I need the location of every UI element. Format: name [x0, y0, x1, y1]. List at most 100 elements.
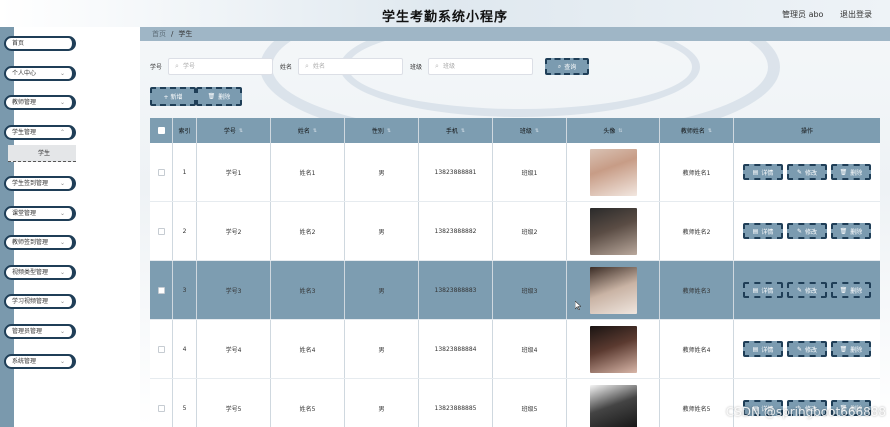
- sidebar-item-student-signin[interactable]: 学生签到管理 ⌄: [4, 176, 76, 191]
- cell-teacher: 教师姓名5: [660, 379, 734, 427]
- add-button[interactable]: + 新增: [150, 87, 196, 106]
- cell-phone: 13823888881: [419, 143, 493, 201]
- avatar-image[interactable]: [589, 325, 637, 373]
- cell-index: 1: [173, 143, 197, 201]
- user-label: 管理员 abo: [782, 10, 824, 19]
- avatar-image[interactable]: [589, 266, 637, 314]
- sidebar-item-teacher-signin[interactable]: 教师签到管理 ⌄: [4, 235, 76, 250]
- avatar-image[interactable]: [589, 207, 637, 255]
- cell-gender: 男: [345, 320, 419, 378]
- top-bar: 学生考勤系统小程序 管理员 abo 退出登录: [0, 0, 890, 27]
- delete-button[interactable]: 🗑 删除: [831, 223, 871, 239]
- column-header-student-no[interactable]: 学号 ⇅: [197, 118, 271, 143]
- column-header-actions: 操作: [734, 118, 880, 143]
- sidebar-subitem-student[interactable]: 学生: [8, 145, 76, 162]
- sidebar-item-home[interactable]: 首页: [4, 36, 76, 51]
- logout-link[interactable]: 退出登录: [840, 10, 872, 19]
- class-placeholder: 班级: [442, 63, 455, 70]
- row-checkbox[interactable]: [157, 345, 165, 353]
- sort-icon: ⇅: [618, 127, 623, 134]
- column-header-gender[interactable]: 性别 ⇅: [345, 118, 419, 143]
- column-header-name[interactable]: 姓名 ⇅: [271, 118, 345, 143]
- cell-student-no: 学号4: [197, 320, 271, 378]
- delete-button[interactable]: 🗑 删除: [831, 282, 871, 298]
- table-row[interactable]: 1 学号1 姓名1 男 13823888881 班级1 教师姓名1 ▤ 详情 ✎ 修…: [150, 143, 880, 202]
- detail-button[interactable]: ▤ 详情: [743, 223, 783, 239]
- cell-name: 姓名3: [271, 261, 345, 319]
- sidebar-item-video-types[interactable]: 视频类型管理 ⌄: [4, 265, 76, 280]
- sort-icon: ⇅: [312, 127, 318, 134]
- cell-teacher: 教师姓名4: [660, 320, 734, 378]
- row-select-cell: [150, 379, 173, 427]
- cell-index: 2: [173, 202, 197, 260]
- table-row[interactable]: 2 学号2 姓名2 男 13823888882 班级2 教师姓名2 ▤ 详情 ✎ 修…: [150, 202, 880, 261]
- avatar-image[interactable]: [589, 148, 637, 196]
- cell-name: 姓名2: [271, 202, 345, 260]
- row-checkbox[interactable]: [157, 227, 165, 235]
- cell-teacher: 教师姓名3: [660, 261, 734, 319]
- sidebar-item-label: 管理员管理: [12, 328, 43, 335]
- cell-teacher: 教师姓名1: [660, 143, 734, 201]
- cell-name: 姓名4: [271, 320, 345, 378]
- sidebar-item-admins[interactable]: 管理员管理 ⌄: [4, 324, 76, 339]
- row-checkbox[interactable]: [157, 404, 165, 412]
- search-button[interactable]: ⌕ 查询: [545, 58, 590, 75]
- detail-button-label: 详情: [761, 346, 774, 354]
- sort-icon: ⇅: [386, 127, 392, 134]
- avatar-image[interactable]: [589, 384, 637, 427]
- batch-delete-button[interactable]: 🗑 删除: [196, 87, 242, 106]
- column-header-label: 操作: [800, 128, 813, 135]
- column-header-phone[interactable]: 手机 ⇅: [419, 118, 493, 143]
- sort-icon: ⇅: [707, 127, 713, 134]
- breadcrumb-separator: /: [171, 30, 174, 38]
- sidebar-item-system[interactable]: 系统管理 ⌄: [4, 354, 76, 369]
- edit-button[interactable]: ✎ 修改: [787, 223, 827, 239]
- table-row[interactable]: 5 学号5 姓名5 男 13823888885 班级5 教师姓名5 ▤ 详情 ✎ 修…: [150, 379, 880, 427]
- trash-icon: 🗑: [839, 345, 848, 353]
- edit-button[interactable]: ✎ 修改: [787, 164, 827, 180]
- chevron-down-icon: ⌄: [59, 328, 65, 335]
- detail-button[interactable]: ▤ 详情: [743, 282, 783, 298]
- edit-button-label: 修改: [805, 169, 818, 177]
- column-header-label: 教师姓名: [680, 128, 705, 135]
- sidebar-item-label: 首页: [12, 40, 25, 47]
- table-row[interactable]: 4 学号4 姓名4 男 13823888884 班级4 教师姓名4 ▤ 详情 ✎ 修…: [150, 320, 880, 379]
- filter-bar: 学号 ⌕ 学号 姓名 ⌕ 姓名 班级 ⌕ 班级 ⌕ 查询: [150, 58, 590, 75]
- sidebar-item-profile[interactable]: 个人中心 ⌄: [4, 66, 76, 81]
- breadcrumb-home[interactable]: 首页: [152, 30, 166, 38]
- sidebar-item-study-videos[interactable]: 学习视频管理 ⌄: [4, 294, 76, 309]
- cell-gender: 男: [345, 202, 419, 260]
- cell-actions: ▤ 详情 ✎ 修改 🗑 删除: [734, 202, 880, 260]
- row-select-cell: [150, 202, 173, 260]
- column-header-avatar[interactable]: 头像 ⇅: [567, 118, 660, 143]
- detail-icon: ▤: [752, 345, 759, 353]
- edit-button[interactable]: ✎ 修改: [787, 341, 827, 357]
- row-checkbox[interactable]: [157, 168, 165, 176]
- sidebar-item-classroom[interactable]: 课堂管理 ⌄: [4, 206, 76, 221]
- sidebar-item-teachers[interactable]: 教师管理 ⌄: [4, 95, 76, 110]
- detail-button-label: 详情: [761, 287, 774, 295]
- chevron-down-icon: ⌄: [59, 70, 65, 77]
- column-header-teacher[interactable]: 教师姓名 ⇅: [660, 118, 734, 143]
- sidebar-item-students[interactable]: 学生管理 ⌃: [4, 125, 76, 140]
- cell-actions: ▤ 详情 ✎ 修改 🗑 删除: [734, 261, 880, 319]
- edit-icon: ✎: [796, 286, 802, 294]
- delete-button[interactable]: 🗑 删除: [831, 341, 871, 357]
- select-all-checkbox[interactable]: [157, 127, 165, 134]
- cell-gender: 男: [345, 261, 419, 319]
- class-input[interactable]: ⌕ 班级: [428, 58, 534, 75]
- name-input[interactable]: ⌕ 姓名: [298, 58, 404, 75]
- edit-icon: ✎: [796, 168, 802, 176]
- detail-icon: ▤: [752, 286, 759, 294]
- table-row-selected[interactable]: 3 学号3 姓名3 男 13823888883 班级3 教师姓名3 ▤ 详情 ✎ 修…: [150, 261, 880, 320]
- edit-button[interactable]: ✎ 修改: [787, 282, 827, 298]
- row-checkbox[interactable]: [157, 286, 165, 294]
- detail-button[interactable]: ▤ 详情: [743, 341, 783, 357]
- delete-button[interactable]: 🗑 删除: [831, 164, 871, 180]
- column-header-class[interactable]: 班级 ⇅: [493, 118, 567, 143]
- student-no-input[interactable]: ⌕ 学号: [168, 58, 274, 75]
- detail-button[interactable]: ▤ 详情: [743, 164, 783, 180]
- cell-class: 班级4: [493, 320, 567, 378]
- chevron-down-icon: ⌄: [59, 298, 65, 305]
- breadcrumb: 首页 / 学生: [140, 27, 890, 41]
